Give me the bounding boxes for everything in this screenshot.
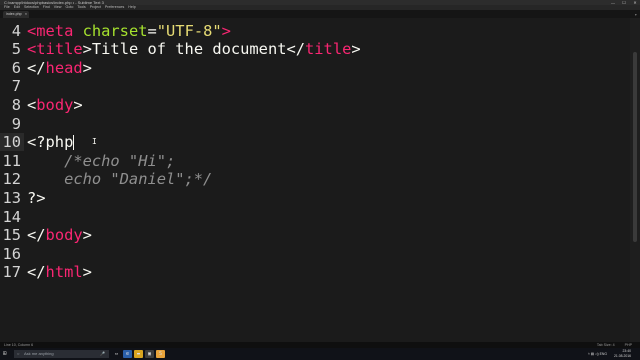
line-code: <body> [27,96,83,115]
code-line: 9 [0,115,620,134]
tray-icons[interactable]: ˄ ▤ ◁) ENG [588,348,607,360]
line-code: </body> [27,226,92,245]
line-number: 4 [11,21,21,40]
cortana-search-box[interactable]: ○ Ask me anything 🎤 [14,350,109,358]
code-token: ?> [27,188,46,207]
tab-bar: index.php × ▾ [0,10,640,18]
line-code: </html> [27,263,92,282]
code-token: > [82,263,92,282]
code-token: </ [27,263,46,282]
code-editor[interactable]: 4 <meta charset="UTF-8"> 5 <title>Title of … [0,18,630,342]
code-token: > [82,58,92,77]
volume-icon[interactable]: ◁) [595,352,599,356]
line-code: echo "Daniel";*/ [27,170,212,189]
code-line: 8 <body> [0,96,620,115]
code-line: 14 [0,208,620,227]
scrollbar-thumb[interactable] [633,52,637,242]
line-number: 13 [2,188,21,207]
code-token: < [27,95,37,114]
code-token: html [45,263,83,282]
code-token: > [221,21,231,40]
line-number: 7 [11,77,21,96]
tab-index-php[interactable]: index.php × [3,11,29,18]
code-token: </ [27,58,46,77]
line-number: 11 [2,151,21,170]
code-line: 10 I <?php [0,133,620,152]
store-icon[interactable]: ▣ [145,350,154,358]
line-number: 6 [11,58,21,77]
search-placeholder: Ask me anything [24,351,54,356]
code-token: <?php [27,133,74,152]
code-line: 13 ?> [0,189,620,208]
code-token: /*echo "Hi"; [27,151,176,170]
line-number: 17 [2,263,21,282]
line-number: 15 [2,226,21,245]
line-code: /*echo "Hi"; [27,152,175,171]
windows-taskbar: ⊞ ○ Ask me anything 🎤 ▭ e ▬ ▣ S ˄ ▤ ◁) E… [0,348,640,360]
tab-label: index.php [6,12,22,16]
search-icon: ○ [17,351,20,356]
line-code: </head> [27,59,92,78]
code-token: = [147,21,157,40]
sublime-text-icon[interactable]: S [156,350,165,358]
code-token: body [45,226,83,245]
code-token: title [305,40,352,59]
windows-start-icon[interactable]: ⊞ [3,351,9,357]
code-token: echo "Daniel";*/ [27,170,213,189]
vertical-scrollbar[interactable] [630,18,640,342]
clock-date: 21.08.2016 [614,353,631,358]
file-explorer-icon[interactable]: ▬ [134,350,143,358]
line-number: 10 [2,133,21,152]
code-token: < [27,40,37,59]
code-token: <meta [27,21,83,40]
code-token: "UTF-8" [156,21,222,40]
edge-browser-icon[interactable]: e [123,350,132,358]
network-icon[interactable]: ▤ [591,352,594,356]
line-number: 16 [2,244,21,263]
line-code: <?php [27,133,75,152]
code-token: >Title of the document</ [82,40,306,59]
clock[interactable]: 23:40 21.08.2016 [614,349,631,358]
code-token: body [36,95,74,114]
code-line: 12 echo "Daniel";*/ [0,170,620,189]
language-indicator[interactable]: ENG [600,352,607,356]
chevron-up-icon[interactable]: ˄ [588,352,590,356]
code-line: 17 </html> [0,263,620,282]
task-view-icon[interactable]: ▭ [112,350,121,358]
line-code: <meta charset="UTF-8"> [27,22,231,41]
line-number: 14 [2,207,21,226]
tab-overflow-chevron-icon[interactable]: ▾ [635,11,637,18]
line-code: ?> [27,189,46,208]
code-token: head [45,58,83,77]
clock-time: 23:40 [622,349,632,353]
code-token: > [82,226,92,245]
code-token: title [36,40,83,59]
code-token: </ [27,226,46,245]
code-token: > [351,40,361,59]
line-number: 9 [11,114,21,133]
text-caret [73,135,75,151]
microphone-icon[interactable]: 🎤 [100,350,105,358]
code-line: 6 </head> [0,59,620,78]
tab-close-icon[interactable]: × [25,11,27,18]
line-number: 12 [2,170,21,189]
line-code: <title>Title of the document</title> [27,40,361,59]
code-line: 4 <meta charset="UTF-8"> [0,22,620,41]
code-line: 16 [0,245,620,264]
line-number: 8 [11,95,21,114]
code-line: 5 <title>Title of the document</title> [0,40,620,59]
code-token: charset [82,21,148,40]
code-line: 15 </body> [0,226,620,245]
code-line: 7 [0,77,620,96]
code-line: 11 /*echo "Hi"; [0,152,620,171]
mouse-ibeam-cursor-icon: I [92,137,97,147]
code-token: > [73,95,83,114]
line-number: 5 [11,40,21,59]
